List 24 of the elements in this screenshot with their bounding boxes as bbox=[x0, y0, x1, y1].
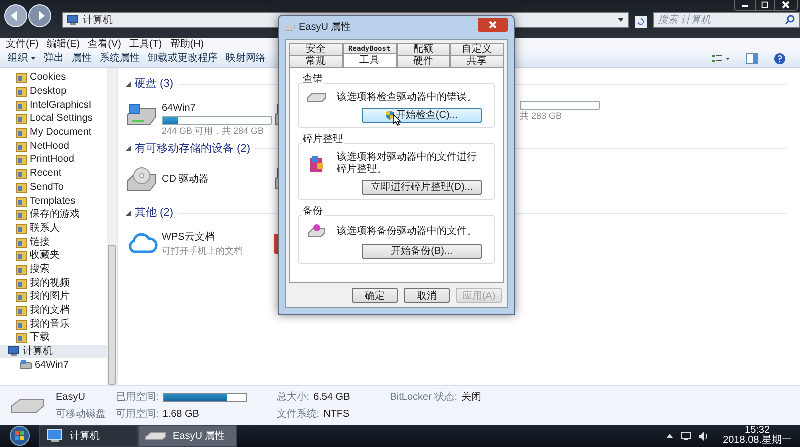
field-label: BitLocker 状态: bbox=[390, 390, 458, 404]
field-value: 关闭 bbox=[462, 390, 482, 404]
item-name: CD 驱动器 bbox=[162, 173, 210, 187]
drive-type: 可移动磁盘 bbox=[56, 408, 106, 422]
item-subtitle: 244 GB 可用，共 284 GB bbox=[162, 124, 266, 138]
field-label: 文件系统: bbox=[276, 408, 320, 422]
field-value: 6.54 GB bbox=[314, 390, 350, 404]
section-title: 碎片整理 bbox=[302, 132, 344, 147]
section-description: 该选项将备份驱动器中的文件。 bbox=[337, 226, 477, 238]
item-subtitle: 可打开手机上的文档 bbox=[162, 244, 244, 258]
section-description: 该选项将对驱动器中的文件进行碎片整理。 bbox=[337, 152, 478, 176]
section-description: 该选项将检查驱动器中的错误。 bbox=[337, 92, 477, 104]
item-name: WPS云文档 bbox=[162, 230, 216, 244]
section-title: 备份 bbox=[302, 204, 324, 219]
item-subtitle: 共 283 GB bbox=[520, 110, 564, 122]
item-name: 64Win7 bbox=[162, 102, 197, 116]
section-title: 查错 bbox=[302, 72, 324, 87]
field-label: 总大小: bbox=[276, 390, 310, 404]
field-label: 已用空间: bbox=[116, 390, 159, 404]
dialog-title: EasyU 属性 bbox=[299, 20, 352, 35]
field-value: 1.68 GB bbox=[162, 408, 200, 422]
field-label: 可用空间: bbox=[116, 408, 159, 422]
drive-name: EasyU bbox=[56, 390, 86, 404]
field-value: NTFS bbox=[324, 408, 350, 422]
